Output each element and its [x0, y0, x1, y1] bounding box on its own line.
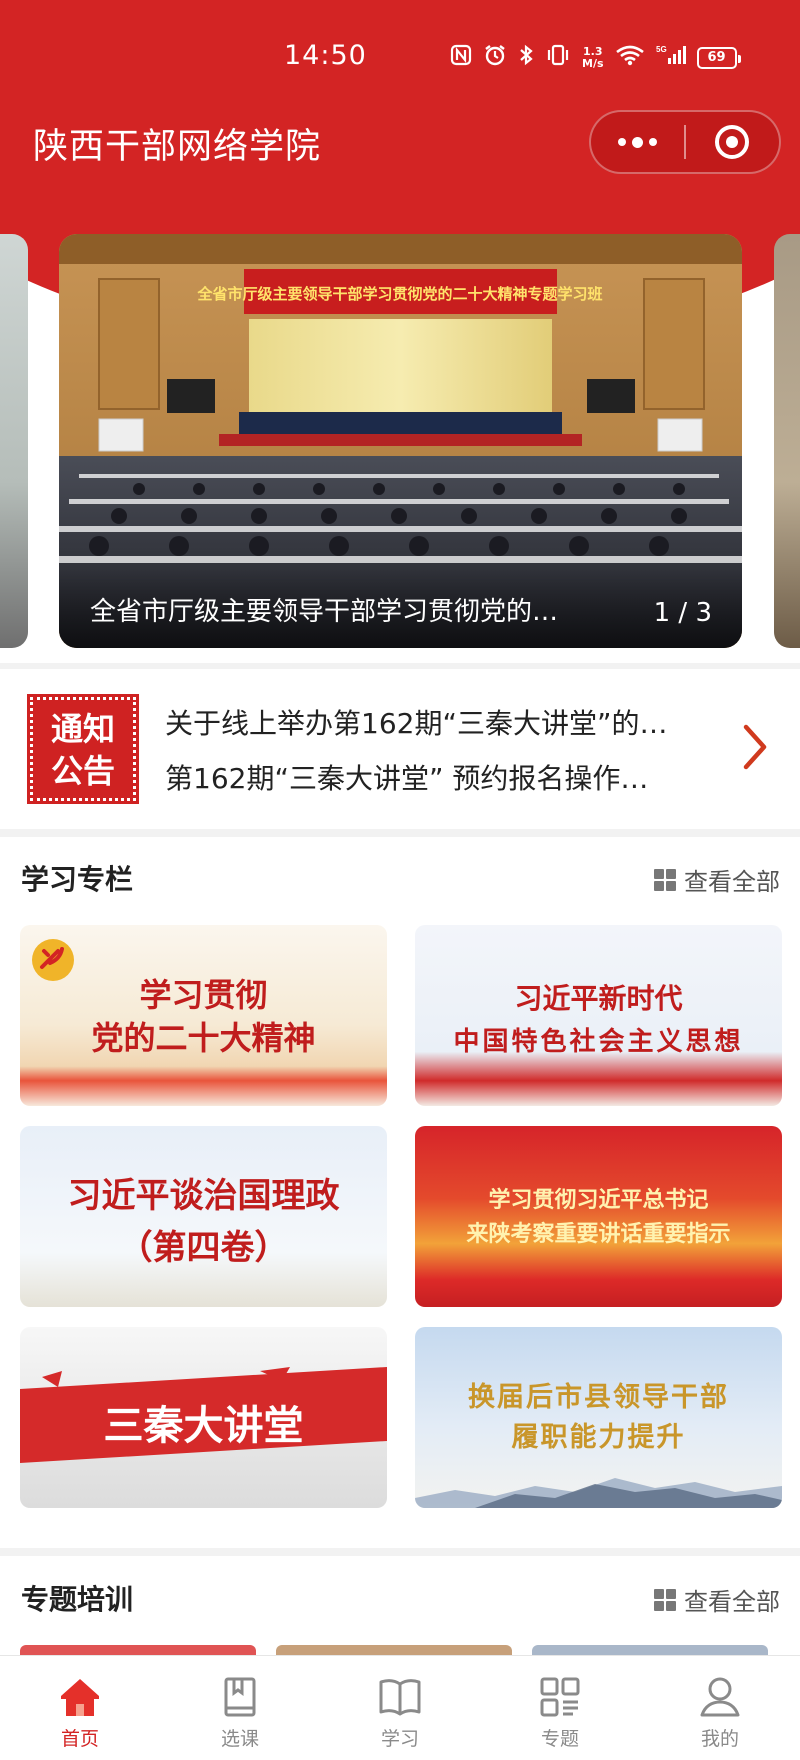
home-icon [61, 1679, 99, 1716]
net-speed: 1.3 M/s [582, 44, 604, 70]
miniprogram-capsule [589, 110, 781, 174]
bluetooth-icon [518, 44, 534, 71]
tab-select-course[interactable]: 选课 [160, 1656, 320, 1760]
notice-item[interactable]: 关于线上举办第162期“三秦大讲堂”的… [165, 702, 715, 742]
tab-study[interactable]: 学习 [320, 1656, 480, 1760]
topics-grid-icon [540, 1677, 580, 1717]
more-options-button[interactable] [591, 112, 684, 172]
carousel-banner[interactable]: 全省市厅级主要领导干部学习贯彻党的二十大精神专题学习班 全省市厅级主要领导干部学… [59, 234, 742, 648]
tab-mine[interactable]: 我的 [640, 1656, 800, 1760]
book-select-icon [224, 1677, 256, 1717]
more-dot-icon [632, 136, 643, 148]
tab-label: 选课 [220, 1728, 259, 1750]
course-card-xi-thought[interactable]: 习近平新时代 中国特色社会主义思想 [415, 925, 782, 1106]
card-title: 习近平谈治国理政 [67, 1176, 340, 1216]
notice-item[interactable]: 第162期“三秦大讲堂” 预约报名操作… [165, 757, 715, 797]
banner-caption: 全省市厅级主要领导干部学习贯彻党的… [90, 597, 559, 627]
divider [0, 829, 800, 837]
great-wall-silhouette [415, 1478, 782, 1508]
section-title-study: 学习专栏 [21, 863, 134, 896]
hall-banner-text: 全省市厅级主要领导干部学习贯彻党的二十大精神专题学习班 [196, 285, 602, 303]
wifi-icon [615, 44, 645, 71]
view-all-label: 查看全部 [684, 1588, 780, 1616]
notice-badge-icon: 通知 公告 [27, 694, 139, 804]
card-subtitle: （第四卷） [118, 1228, 289, 1268]
grid-icon [654, 1588, 676, 1611]
carousel-counter: 1 / 3 [653, 598, 712, 628]
user-icon [700, 1677, 740, 1717]
chevron-right-icon[interactable] [738, 719, 772, 775]
course-card-leadership[interactable]: 换届后市县领导干部 履职能力提升 [415, 1327, 782, 1508]
tab-home[interactable]: 首页 [0, 1656, 160, 1760]
more-dot-icon [618, 138, 626, 146]
card-title: 换届后市县领导干部 [468, 1382, 729, 1413]
tab-label: 学习 [380, 1728, 419, 1750]
section-title-training: 专题培训 [21, 1583, 134, 1616]
view-all-training-button[interactable]: 查看全部 [654, 1582, 780, 1617]
close-miniprogram-button[interactable] [686, 112, 779, 172]
tab-label: 专题 [540, 1728, 579, 1750]
battery-indicator: 69 [696, 46, 741, 69]
carousel-next-slide[interactable] [774, 234, 800, 648]
card-subtitle: 中国特色社会主义思想 [453, 1027, 744, 1057]
course-card-shaanxi-inspection[interactable]: 学习贯彻习近平总书记 来陕考察重要讲话重要指示 [415, 1126, 782, 1307]
open-book-icon [379, 1679, 421, 1716]
status-icons: 1.3 M/s 5G 69 [450, 44, 741, 71]
notice-bar[interactable]: 通知 公告 关于线上举办第162期“三秦大讲堂”的… 第162期“三秦大讲堂” 预… [0, 669, 800, 829]
alarm-icon [483, 44, 507, 71]
tab-label: 首页 [60, 1728, 99, 1750]
card-title: 学习贯彻 [139, 976, 268, 1014]
page: 14:50 1.3 M/s 5G 69 陕西干部网络学院 全省市厅级主要领导干部… [0, 0, 800, 1760]
grid-icon [654, 868, 676, 891]
status-bar: 14:50 1.3 M/s 5G 69 [0, 30, 800, 86]
signal-icon: 5G [656, 44, 686, 71]
app-title: 陕西干部网络学院 [33, 127, 322, 167]
tab-topics[interactable]: 专题 [480, 1656, 640, 1760]
target-icon [715, 125, 750, 159]
nfc-icon [450, 44, 472, 71]
vibrate-icon [545, 44, 571, 71]
card-title: 习近平新时代 [514, 982, 683, 1015]
svg-text:5G: 5G [656, 45, 667, 54]
card-title: 三秦大讲堂 [103, 1402, 304, 1449]
status-time: 14:50 [284, 40, 367, 71]
tab-label: 我的 [700, 1728, 739, 1750]
carousel-prev-slide[interactable] [0, 234, 28, 648]
card-subtitle: 来陕考察重要讲话重要指示 [466, 1221, 731, 1247]
card-subtitle: 履职能力提升 [511, 1422, 686, 1453]
view-all-label: 查看全部 [684, 868, 780, 896]
card-subtitle: 党的二十大精神 [91, 1019, 316, 1057]
card-title: 学习贯彻习近平总书记 [488, 1187, 709, 1213]
more-dot-icon [649, 138, 657, 146]
course-card-sanqin-lecture[interactable]: 三秦大讲堂 [20, 1327, 387, 1508]
course-card-party-congress[interactable]: 学习贯彻 党的二十大精神 [20, 925, 387, 1106]
view-all-study-button[interactable]: 查看全部 [654, 862, 780, 897]
divider [0, 1548, 800, 1556]
course-card-governance[interactable]: 习近平谈治国理政 （第四卷） [20, 1126, 387, 1307]
bottom-tab-bar: 首页 选课 学习 专题 我的 [0, 1655, 800, 1760]
